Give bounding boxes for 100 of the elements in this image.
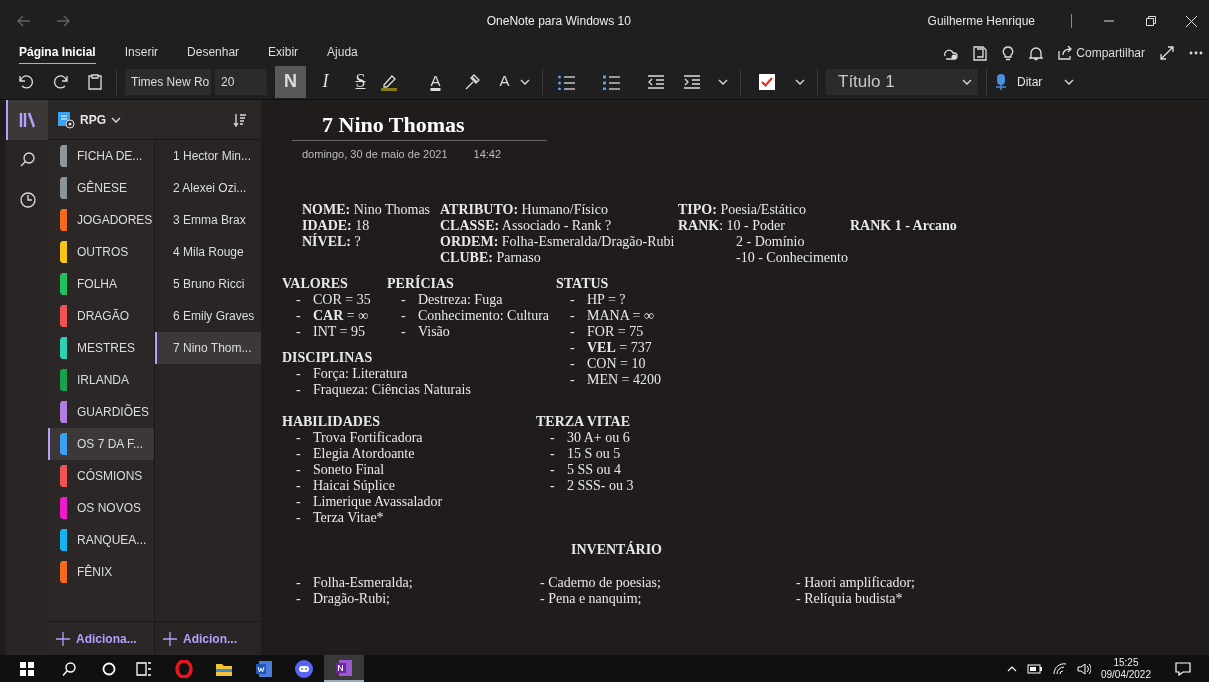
section-tab[interactable]: FOLHA (48, 268, 154, 300)
page-tab[interactable]: 3 Emma Brax (155, 204, 261, 236)
list-item: Dragão-Rubi; (313, 591, 390, 607)
forward-icon[interactable] (56, 15, 70, 27)
font-color-button[interactable]: A (420, 65, 451, 98)
section-tab[interactable]: GÊNESE (48, 172, 154, 204)
chevron-down-icon[interactable] (520, 78, 530, 85)
plus-icon[interactable] (56, 631, 70, 646)
back-icon[interactable] (17, 15, 31, 27)
section-tab[interactable]: FÊNIX (48, 556, 154, 588)
section-tab[interactable]: FICHA DE... (48, 140, 154, 172)
indent-icon[interactable] (683, 73, 701, 90)
section-tab[interactable]: IRLANDA (48, 364, 154, 396)
bold-button[interactable]: N (275, 65, 306, 98)
info-line: IDADE: 18 (302, 218, 371, 233)
circle-icon[interactable] (102, 661, 116, 676)
ribbon-tab[interactable]: Ajuda (327, 41, 358, 65)
clock[interactable]: 15:25 09/04/2022 (1100, 656, 1151, 681)
chevron-down-icon[interactable] (111, 116, 121, 123)
style-dropdown[interactable]: Título 1 (826, 68, 978, 95)
section-tab[interactable]: MESTRES (48, 332, 154, 364)
close-icon[interactable] (1186, 15, 1197, 27)
ribbon-tab[interactable]: Exibir (268, 41, 299, 65)
chevron-down-icon[interactable] (1064, 78, 1075, 85)
font-size-field[interactable]: 20 (215, 68, 267, 95)
section-tab[interactable]: CÓSMIONS (48, 460, 154, 492)
italic-button[interactable]: I (310, 65, 341, 98)
chevron-down-icon[interactable] (795, 78, 805, 85)
section-color-icon (60, 337, 67, 359)
list-item: INT = 95 (313, 324, 365, 340)
more-icon[interactable] (1189, 51, 1203, 55)
microphone-icon[interactable] (995, 72, 1007, 91)
notification-icon[interactable] (1175, 661, 1191, 676)
section-heading: TERZA VITAE (536, 414, 631, 430)
section-color-icon (60, 497, 67, 519)
page-tab[interactable]: 7 Nino Thom... (155, 332, 261, 364)
format-painter-icon[interactable] (463, 72, 481, 91)
sort-icon[interactable] (233, 113, 247, 128)
lightbulb-icon[interactable] (1002, 45, 1015, 61)
task-view-icon[interactable] (136, 661, 152, 676)
notebook-name[interactable]: RPG (80, 110, 106, 129)
notes-app-icon[interactable] (335, 658, 353, 677)
restore-icon[interactable] (1146, 16, 1156, 26)
battery-icon[interactable] (1026, 662, 1043, 675)
search-icon[interactable] (62, 661, 76, 676)
page-tab[interactable]: 1 Hector Min... (155, 140, 261, 172)
clipboard-icon[interactable] (88, 73, 102, 90)
page-title[interactable]: 7 Nino Thomas (302, 112, 547, 138)
ribbon-tab[interactable]: Inserir (124, 41, 159, 65)
page-tab[interactable]: 4 Mila Rouge (155, 236, 261, 268)
undo-icon[interactable] (18, 73, 34, 90)
section-tab[interactable]: GUARDIÕES (48, 396, 154, 428)
clear-formatting-button[interactable]: A (489, 65, 520, 98)
section-tab[interactable]: DRAGÃO (48, 300, 154, 332)
section-tab[interactable]: OUTROS (48, 236, 154, 268)
list-item: Elegia Atordoante (313, 446, 415, 462)
volume-icon[interactable] (1076, 662, 1091, 675)
expand-icon[interactable] (1160, 46, 1174, 60)
document-app-icon[interactable] (255, 659, 273, 678)
bell-icon[interactable] (1029, 45, 1044, 61)
share-icon[interactable] (1058, 46, 1074, 60)
section-tab[interactable]: OS 7 DA F... (48, 428, 154, 460)
notebooks-button[interactable] (6, 100, 48, 140)
section-tab[interactable]: JOGADORES (48, 204, 154, 236)
ribbon-tab[interactable]: Desenhar (187, 41, 240, 65)
wifi-icon[interactable] (1052, 662, 1067, 675)
list-item: - Caderno de poesias; (540, 575, 661, 591)
list-item: - Relíquia budista* (796, 591, 903, 607)
chevron-down-icon[interactable] (718, 78, 728, 85)
plus-icon[interactable] (163, 631, 177, 646)
todo-checkbox-icon[interactable] (759, 73, 775, 90)
font-name-field[interactable]: Times New Ro (125, 68, 211, 95)
section-heading: PERÍCIAS (387, 276, 455, 292)
list-item: FOR = 75 (587, 324, 644, 340)
chevron-up-icon[interactable] (1006, 665, 1017, 672)
windows-start-icon[interactable] (20, 661, 34, 676)
strikethrough-button[interactable]: S (345, 65, 376, 98)
chat-app-icon[interactable] (295, 659, 313, 678)
bullet-list-icon[interactable] (557, 73, 575, 90)
dictate-button[interactable]: Ditar (1017, 72, 1043, 91)
info-line: NÍVEL: ? (302, 234, 362, 250)
numbered-list-icon[interactable] (602, 73, 620, 90)
page-tab[interactable]: 2 Alexei Ozi... (155, 172, 261, 204)
opera-icon[interactable] (175, 659, 193, 678)
section-tab[interactable]: OS NOVOS (48, 492, 154, 524)
section-tab[interactable]: RANQUEA... (48, 524, 154, 556)
chevron-down-icon[interactable] (962, 78, 972, 85)
page-icon[interactable] (973, 45, 988, 61)
section-color-icon (60, 369, 67, 391)
notebook-icon[interactable] (57, 110, 75, 129)
list-bullet: - (570, 308, 576, 324)
page-time: 14:42 (473, 147, 502, 162)
list-item: - Pena e nanquim; (540, 591, 642, 607)
share-button[interactable]: Compartilhar (1058, 44, 1145, 62)
outdent-icon[interactable] (647, 73, 665, 90)
user-name[interactable]: Guilherme Henrique (927, 12, 1035, 30)
page-tab[interactable]: 6 Emily Graves (155, 300, 261, 332)
list-bullet: - (296, 292, 302, 308)
redo-icon[interactable] (53, 73, 69, 90)
page-tab[interactable]: 5 Bruno Ricci (155, 268, 261, 300)
